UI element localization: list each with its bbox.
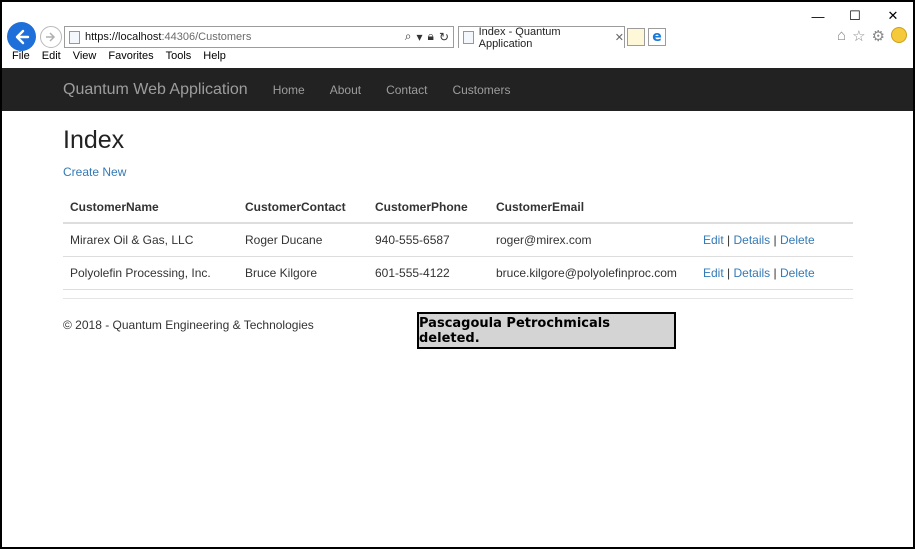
cell-customer-contact: Roger Ducane	[238, 223, 368, 257]
main-content: Index Create New CustomerName CustomerCo…	[63, 112, 853, 290]
cell-customer-email: roger@mirex.com	[489, 223, 703, 257]
page-title: Index	[63, 126, 125, 154]
cell-customer-email: bruce.kilgore@polyolefinproc.com	[489, 256, 703, 290]
menu-bar: File Edit View Favorites Tools Help	[2, 50, 913, 66]
table-row: Polyolefin Processing, Inc. Bruce Kilgor…	[63, 256, 853, 290]
cell-customer-contact: Bruce Kilgore	[238, 256, 368, 290]
arrow-left-icon	[15, 29, 29, 44]
menu-view[interactable]: View	[73, 50, 97, 66]
search-icon[interactable]: ⌕	[405, 29, 412, 44]
separator: |	[727, 233, 731, 247]
smiley-icon[interactable]	[891, 27, 907, 43]
refresh-icon[interactable]: ↻	[439, 30, 449, 44]
cell-customer-phone: 940-555-6587	[368, 223, 489, 257]
star-icon[interactable]: ☆	[852, 27, 865, 45]
create-new-link[interactable]: Create New	[63, 165, 126, 179]
delete-link[interactable]: Delete	[780, 233, 815, 247]
customers-table: CustomerName CustomerContact CustomerPho…	[63, 192, 853, 290]
tab-index[interactable]: Index - Quantum Application ✕	[458, 25, 625, 50]
nav-home[interactable]: Home	[273, 83, 305, 97]
details-link[interactable]: Details	[734, 266, 771, 280]
edit-link[interactable]: Edit	[703, 266, 724, 280]
cell-customer-name: Mirarex Oil & Gas, LLC	[63, 223, 238, 257]
menu-favorites[interactable]: Favorites	[108, 50, 153, 66]
footer-divider	[63, 298, 853, 299]
delete-link[interactable]: Delete	[780, 266, 815, 280]
browser-chrome: https://localhost:44306/Customers ⌕ ▾ 🔒︎…	[2, 2, 913, 66]
separator: |	[773, 266, 777, 280]
url-host: https://localhost	[85, 31, 162, 43]
cell-actions: Edit | Details | Delete	[703, 256, 853, 290]
footer-text: © 2018 - Quantum Engineering & Technolog…	[63, 318, 314, 332]
header-customer-contact: CustomerContact	[238, 192, 368, 224]
gear-icon[interactable]: ⚙	[872, 27, 885, 45]
browser-window: https://localhost:44306/Customers ⌕ ▾ 🔒︎…	[0, 0, 915, 549]
edit-link[interactable]: Edit	[703, 233, 724, 247]
maximize-icon[interactable]: ☐	[845, 6, 865, 26]
forward-button[interactable]	[40, 26, 62, 48]
home-icon[interactable]: ⌂	[837, 27, 846, 45]
ie-logo-icon[interactable]: e	[648, 28, 666, 46]
address-bar[interactable]: https://localhost:44306/Customers ⌕ ▾ 🔒︎…	[64, 26, 454, 48]
minimize-icon[interactable]: —	[808, 6, 828, 26]
brand-link[interactable]: Quantum Web Application	[63, 81, 248, 99]
dropdown-icon[interactable]: ▾	[417, 30, 423, 44]
lock-icon[interactable]: 🔒︎	[428, 29, 434, 44]
table-header-row: CustomerName CustomerContact CustomerPho…	[63, 192, 853, 224]
url-path: :44306/Customers	[161, 31, 252, 43]
menu-tools[interactable]: Tools	[166, 50, 192, 66]
close-tab-icon[interactable]: ✕	[615, 31, 624, 44]
separator: |	[727, 266, 731, 280]
header-actions	[703, 192, 853, 224]
nav-about[interactable]: About	[330, 83, 361, 97]
header-customer-email: CustomerEmail	[489, 192, 703, 224]
header-customer-name: CustomerName	[63, 192, 238, 224]
menu-edit[interactable]: Edit	[42, 50, 61, 66]
deleted-notification: Pascagoula Petrochmicals deleted.	[417, 312, 676, 349]
close-window-icon[interactable]: ✕	[883, 6, 903, 26]
cell-customer-phone: 601-555-4122	[368, 256, 489, 290]
header-customer-phone: CustomerPhone	[368, 192, 489, 224]
menu-help[interactable]: Help	[203, 50, 226, 66]
cell-actions: Edit | Details | Delete	[703, 223, 853, 257]
back-button[interactable]	[7, 22, 36, 51]
details-link[interactable]: Details	[734, 233, 771, 247]
cell-customer-name: Polyolefin Processing, Inc.	[63, 256, 238, 290]
app-navbar: Quantum Web Application Home About Conta…	[2, 68, 913, 111]
separator: |	[773, 233, 777, 247]
new-tab-button[interactable]	[627, 28, 645, 46]
table-row: Mirarex Oil & Gas, LLC Roger Ducane 940-…	[63, 223, 853, 257]
arrow-right-icon	[46, 32, 56, 42]
nav-contact[interactable]: Contact	[386, 83, 427, 97]
menu-file[interactable]: File	[12, 50, 30, 66]
page-icon	[69, 30, 80, 44]
tab-title: Index - Quantum Application	[478, 25, 561, 50]
tab-page-icon	[463, 31, 474, 44]
nav-customers[interactable]: Customers	[452, 83, 510, 97]
